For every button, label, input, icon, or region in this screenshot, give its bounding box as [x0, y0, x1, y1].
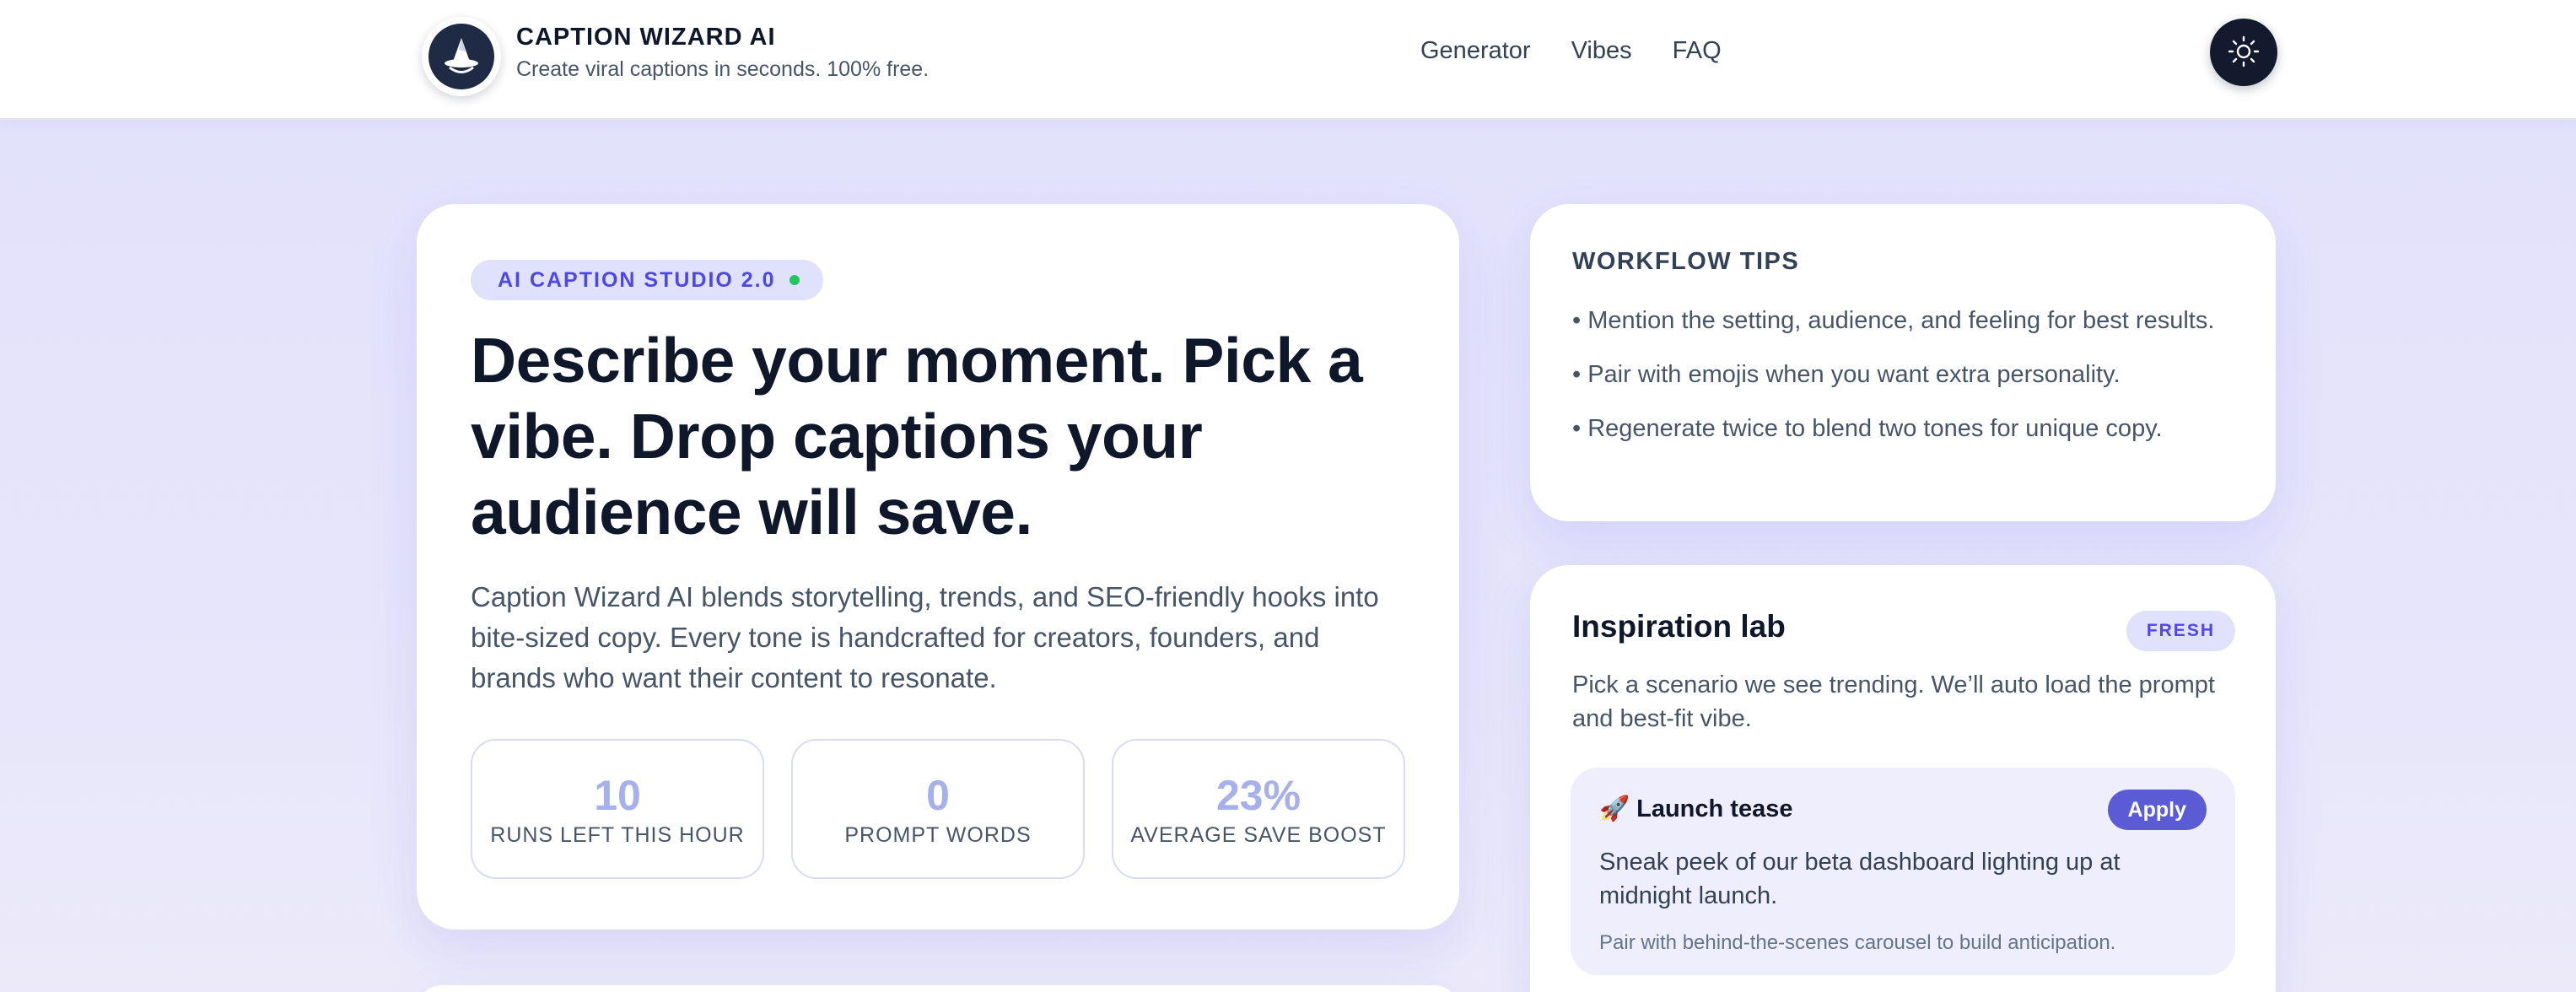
- theme-toggle-button[interactable]: [2210, 19, 2277, 86]
- tip-item: • Mention the setting, audience, and fee…: [1572, 307, 2215, 334]
- stat-value: 10: [594, 771, 641, 819]
- stat-runs-left: 10 RUNS LEFT THIS HOUR: [471, 739, 764, 879]
- stat-value: 23%: [1215, 771, 1301, 819]
- fresh-badge: FRESH: [2126, 611, 2235, 651]
- lab-description: Pick a scenario we see trending. We’ll a…: [1572, 671, 2215, 732]
- hero-description: Caption Wizard AI blends storytelling, t…: [471, 581, 1379, 693]
- tip-item: • Regenerate twice to blend two tones fo…: [1572, 415, 2163, 442]
- brand-title: CAPTION WIZARD AI: [516, 24, 776, 51]
- stat-prompt-words: 0 PROMPT WORDS: [791, 739, 1085, 879]
- status-dot-icon: [789, 275, 800, 285]
- scenario-prompt: Sneak peek of our beta dashboard lightin…: [1599, 849, 2121, 909]
- stat-save-boost: 23% AVERAGE SAVE BOOST: [1112, 739, 1405, 879]
- stat-label: AVERAGE SAVE BOOST: [1130, 822, 1387, 847]
- brand-logo[interactable]: [422, 17, 501, 96]
- sun-icon: [2227, 35, 2261, 71]
- next-card-peek: [417, 985, 1459, 992]
- scenario-note: Pair with behind-the-scenes carousel to …: [1599, 931, 2116, 954]
- scenario-title: 🚀 Launch tease: [1599, 795, 1792, 823]
- nav-link-generator[interactable]: Generator: [1420, 37, 1531, 65]
- inspiration-lab-card: Inspiration lab FRESH Pick a scenario we…: [1530, 565, 2276, 992]
- workflow-tips-card: WORKFLOW TIPS • Mention the setting, aud…: [1530, 204, 2276, 521]
- scenario-card-launch-tease[interactable]: 🚀 Launch tease Apply Sneak peek of our b…: [1571, 768, 2235, 975]
- stat-value: 0: [926, 771, 950, 819]
- stats-row: 10 RUNS LEFT THIS HOUR 0 PROMPT WORDS 23…: [471, 739, 1405, 879]
- version-badge: AI CAPTION STUDIO 2.0: [471, 260, 823, 300]
- main-nav: Generator Vibes FAQ: [1420, 37, 1722, 65]
- stat-label: RUNS LEFT THIS HOUR: [490, 822, 745, 847]
- brand-tagline: Create viral captions in seconds. 100% f…: [516, 57, 930, 81]
- version-badge-label: AI CAPTION STUDIO 2.0: [498, 267, 776, 292]
- rocket-icon: 🚀: [1599, 795, 1630, 822]
- apply-button[interactable]: Apply: [2107, 790, 2207, 830]
- tips-list: • Mention the setting, audience, and fee…: [1572, 304, 2239, 466]
- scenario-title-text: Launch tease: [1636, 795, 1793, 822]
- tip-item: • Pair with emojis when you want extra p…: [1572, 361, 2121, 388]
- hero-card: AI CAPTION STUDIO 2.0 Describe your mome…: [417, 204, 1459, 930]
- nav-link-faq[interactable]: FAQ: [1673, 37, 1722, 65]
- top-bar: CAPTION WIZARD AI Create viral captions …: [0, 0, 2576, 120]
- tips-title: WORKFLOW TIPS: [1572, 248, 1800, 275]
- lab-title: Inspiration lab: [1572, 609, 1786, 644]
- nav-link-vibes[interactable]: Vibes: [1571, 37, 1632, 65]
- stat-label: PROMPT WORDS: [844, 822, 1032, 847]
- wizard-hat-icon: [428, 24, 494, 89]
- hero-heading: Describe your moment. Pick a vibe. Drop …: [471, 325, 1363, 547]
